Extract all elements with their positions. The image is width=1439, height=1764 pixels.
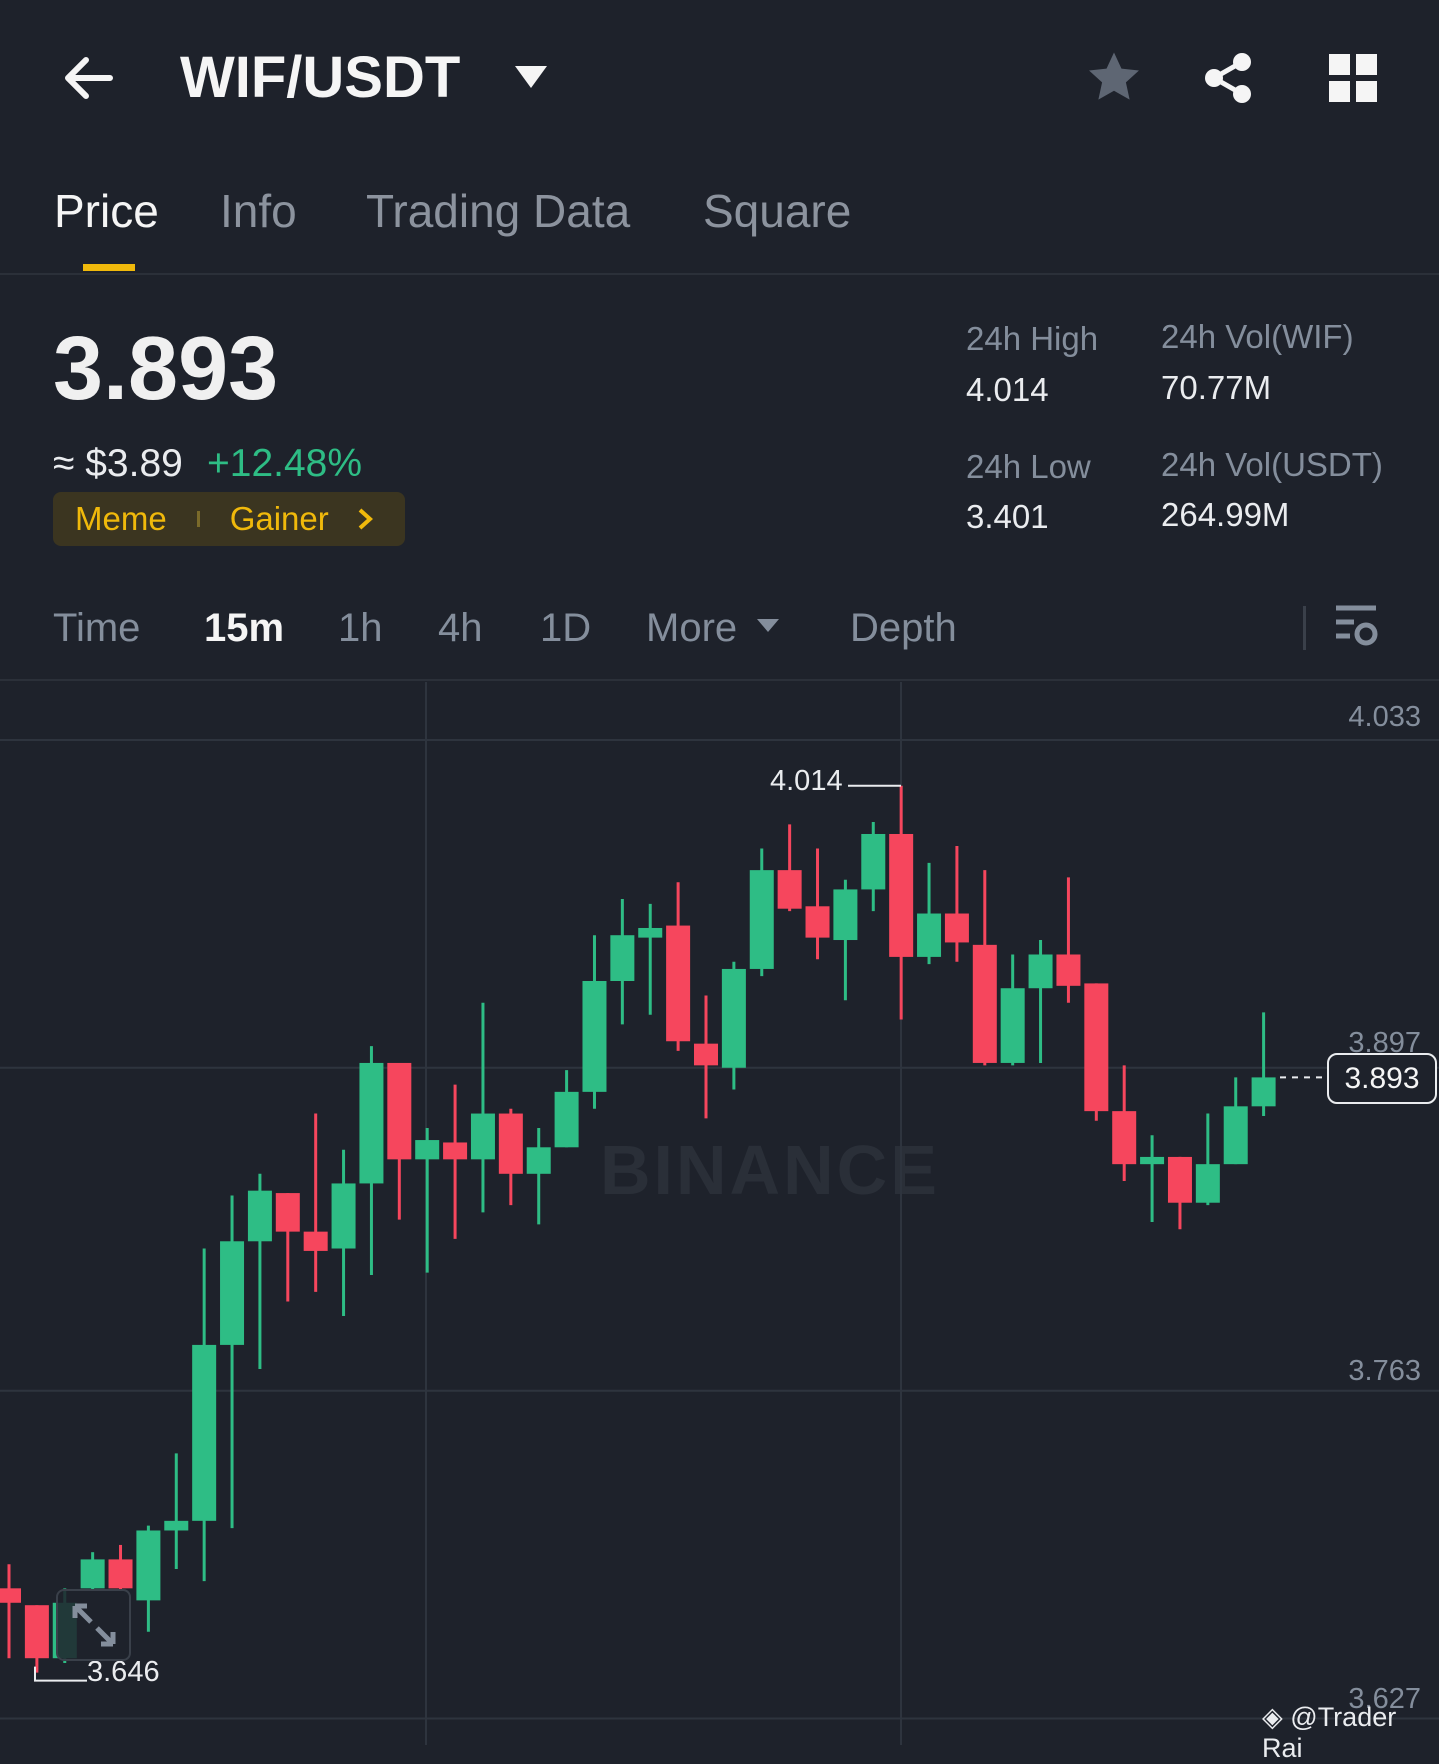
candle-up bbox=[861, 833, 886, 890]
candle-up bbox=[136, 1530, 161, 1601]
candle-down bbox=[777, 870, 802, 909]
candle-down bbox=[944, 913, 969, 943]
candle-up bbox=[582, 981, 607, 1092]
candle-up bbox=[80, 1559, 105, 1589]
candle-down bbox=[1084, 983, 1109, 1112]
candle-down bbox=[443, 1142, 468, 1160]
candle-up bbox=[554, 1091, 579, 1148]
candle-up bbox=[1140, 1156, 1165, 1165]
fullscreen-button[interactable] bbox=[56, 1589, 131, 1661]
y-tick-label: 3.763 bbox=[1348, 1355, 1421, 1387]
candle-up bbox=[526, 1147, 551, 1174]
candle-down bbox=[1056, 954, 1081, 986]
candle-down bbox=[303, 1231, 328, 1251]
candle-up bbox=[192, 1344, 217, 1521]
candle-up bbox=[1028, 954, 1053, 989]
candle-up bbox=[247, 1190, 272, 1242]
candle-down bbox=[666, 925, 691, 1042]
candle-down bbox=[805, 906, 830, 938]
candle-down bbox=[24, 1605, 49, 1659]
low-marker-line bbox=[34, 1666, 87, 1682]
candlestick-chart[interactable] bbox=[0, 0, 1439, 1745]
credit-label: @Trader Rai bbox=[1262, 1702, 1397, 1763]
current-price-label: 3.893 bbox=[1327, 1053, 1437, 1104]
y-tick-label: 4.033 bbox=[1348, 701, 1421, 733]
candle-down bbox=[498, 1113, 523, 1174]
candle-down bbox=[108, 1559, 133, 1589]
candle-up bbox=[164, 1520, 189, 1531]
candle-down bbox=[694, 1043, 718, 1066]
candle-up bbox=[610, 935, 635, 981]
candle-up bbox=[917, 913, 942, 957]
candle-down bbox=[387, 1062, 412, 1160]
candle-down bbox=[889, 833, 914, 957]
candle-up bbox=[220, 1241, 245, 1345]
candle-up bbox=[1251, 1077, 1276, 1107]
candle-down bbox=[1167, 1156, 1192, 1203]
candle-up bbox=[833, 889, 858, 941]
high-marker-label: 4.014 bbox=[770, 765, 843, 797]
candle-down bbox=[0, 1588, 21, 1603]
candle-down bbox=[1112, 1111, 1137, 1165]
candle-up bbox=[749, 870, 774, 969]
candle-up bbox=[1223, 1106, 1248, 1165]
candle-up bbox=[721, 968, 746, 1068]
expand-icon bbox=[72, 1603, 115, 1647]
candle-up bbox=[1195, 1164, 1220, 1203]
candle-up bbox=[359, 1062, 384, 1184]
candle-up bbox=[638, 927, 663, 938]
candle-down bbox=[275, 1193, 300, 1232]
candle-up bbox=[415, 1140, 440, 1160]
credit-text: ◈ @Trader Rai bbox=[1262, 1702, 1439, 1764]
candle-up bbox=[470, 1113, 495, 1160]
candle-down bbox=[972, 944, 997, 1063]
candle-up bbox=[331, 1183, 356, 1249]
candle-up bbox=[1000, 988, 1025, 1063]
binance-logo-icon: ◈ bbox=[1262, 1702, 1283, 1732]
